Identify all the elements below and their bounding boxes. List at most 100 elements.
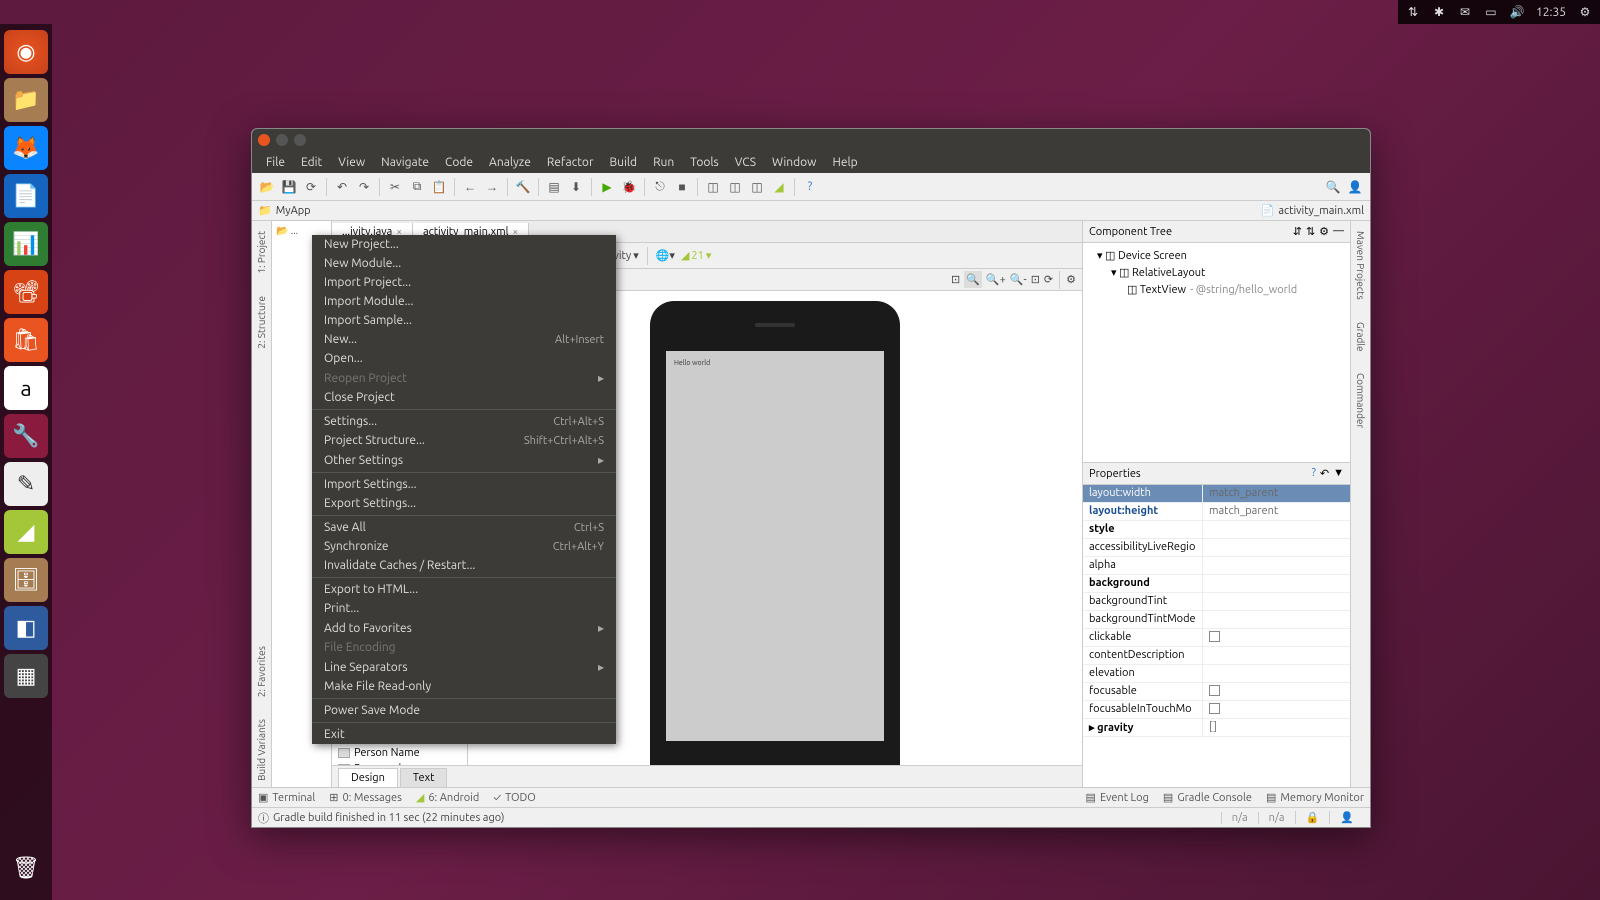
user-icon[interactable]: 👤 — [1346, 178, 1364, 196]
property-row[interactable]: focusable — [1083, 683, 1350, 701]
tab-gradle-console[interactable]: ▤ Gradle Console — [1163, 791, 1252, 804]
run-icon[interactable]: ▶ — [598, 178, 616, 196]
settings-icon[interactable]: ⚙ — [1066, 273, 1076, 286]
palette-item[interactable]: Person Name — [332, 745, 467, 761]
launcher-impress[interactable]: 📽 — [4, 270, 48, 314]
property-row[interactable]: accessibilityLiveRegio — [1083, 539, 1350, 557]
gear-icon[interactable]: ⚙ — [1319, 225, 1329, 238]
mail-icon[interactable]: ✉ — [1458, 5, 1472, 19]
launcher-software[interactable]: 🛍 — [4, 318, 48, 362]
property-row[interactable]: backgroundTintMode — [1083, 611, 1350, 629]
tree-item[interactable]: ◫ TextView - @string/hello_world — [1087, 281, 1346, 298]
checkbox[interactable] — [1209, 685, 1220, 696]
menu-item[interactable]: Settings...Ctrl+Alt+S — [312, 412, 616, 431]
back-icon[interactable]: ← — [461, 178, 479, 196]
make-icon[interactable]: 🔨 — [514, 178, 532, 196]
refresh-icon[interactable]: ⟳ — [1044, 273, 1053, 286]
menu-item[interactable]: Exit — [312, 725, 616, 744]
launcher-vbox[interactable]: ◧ — [4, 606, 48, 650]
tool3-icon[interactable]: ◫ — [748, 178, 766, 196]
launcher-amazon[interactable]: a — [4, 366, 48, 410]
tab-build-variants[interactable]: Build Variants — [254, 713, 269, 787]
window-minimize-button[interactable] — [276, 134, 288, 146]
menu-item[interactable]: Invalidate Caches / Restart... — [312, 556, 616, 575]
launcher-files[interactable]: 📁 — [4, 78, 48, 122]
zoom-in-icon[interactable]: 🔍+ — [986, 273, 1006, 286]
tab-memory-monitor[interactable]: ▤ Memory Monitor — [1266, 791, 1364, 804]
property-row[interactable]: clickable — [1083, 629, 1350, 647]
checkbox[interactable] — [1209, 631, 1220, 642]
menu-file[interactable]: File — [258, 156, 293, 169]
property-row[interactable]: backgroundTint — [1083, 593, 1350, 611]
avd-icon[interactable]: ▤ — [545, 178, 563, 196]
api-selector[interactable]: ◢21▾ — [681, 249, 711, 262]
hello-world-textview[interactable]: Hello world — [674, 359, 710, 367]
tab-project[interactable]: 1: Project — [254, 225, 269, 280]
window-maximize-button[interactable] — [294, 134, 306, 146]
checkbox[interactable] — [1209, 703, 1220, 714]
status-lock-icon[interactable]: 🔒 — [1295, 811, 1330, 824]
collapse-icon[interactable]: ⇅ — [1306, 225, 1315, 238]
undo-icon[interactable]: ↶ — [333, 178, 351, 196]
tab-text[interactable]: Text — [400, 768, 448, 787]
menu-item[interactable]: New...Alt+Insert — [312, 330, 616, 349]
breadcrumb-file[interactable]: activity_main.xml — [1278, 205, 1364, 217]
menu-item[interactable]: Import Sample... — [312, 311, 616, 330]
property-row[interactable]: background — [1083, 575, 1350, 593]
property-row[interactable]: layout:widthmatch_parent — [1083, 485, 1350, 503]
search-icon[interactable]: 🔍 — [1324, 178, 1342, 196]
sync-icon[interactable]: ⟳ — [302, 178, 320, 196]
launcher-trash[interactable]: 🗑 — [4, 846, 48, 890]
tab-favorites[interactable]: 2: Favorites — [254, 640, 269, 703]
zoom-out-icon[interactable]: 🔍- — [1010, 273, 1027, 286]
tool2-icon[interactable]: ◫ — [726, 178, 744, 196]
menu-item[interactable]: Import Module... — [312, 292, 616, 311]
menu-item[interactable]: Close Project — [312, 388, 616, 407]
copy-icon[interactable]: ⧉ — [408, 178, 426, 196]
menu-item[interactable]: Import Settings... — [312, 475, 616, 494]
volume-icon[interactable]: 🔊 — [1510, 5, 1524, 19]
property-row[interactable]: ▸ gravity[] — [1083, 719, 1350, 737]
menu-run[interactable]: Run — [645, 156, 682, 169]
menu-item[interactable]: Save AllCtrl+S — [312, 518, 616, 537]
menu-item[interactable]: SynchronizeCtrl+Alt+Y — [312, 537, 616, 556]
device-screen[interactable]: Hello world — [666, 351, 884, 741]
menu-code[interactable]: Code — [437, 156, 481, 169]
menu-window[interactable]: Window — [764, 156, 824, 169]
property-row[interactable]: focusableInTouchMo — [1083, 701, 1350, 719]
filter-icon[interactable]: ▼ — [1333, 467, 1344, 480]
attach-icon[interactable]: ⎋ — [651, 178, 669, 196]
menu-item[interactable]: New Module... — [312, 254, 616, 273]
menu-item[interactable]: Open... — [312, 349, 616, 368]
menu-tools[interactable]: Tools — [682, 156, 727, 169]
help-icon[interactable]: ? — [801, 178, 819, 196]
menu-edit[interactable]: Edit — [293, 156, 330, 169]
property-row[interactable]: alpha — [1083, 557, 1350, 575]
launcher-files2[interactable]: 🗄 — [4, 558, 48, 602]
zoom-icon[interactable]: ⊡ — [951, 273, 960, 286]
bluetooth-icon[interactable]: ✱ — [1432, 5, 1446, 19]
menu-item[interactable]: New Project... — [312, 235, 616, 254]
menu-refactor[interactable]: Refactor — [539, 156, 602, 169]
zoom-actual-icon[interactable]: ⊡ — [1031, 273, 1040, 286]
expand-icon[interactable]: ⇵ — [1293, 225, 1302, 238]
clock[interactable]: 12:35 — [1536, 6, 1566, 19]
window-close-button[interactable] — [258, 134, 270, 146]
tab-messages[interactable]: ⊞ 0: Messages — [329, 791, 402, 804]
menu-build[interactable]: Build — [602, 156, 646, 169]
menu-item[interactable]: Project Structure...Shift+Ctrl+Alt+S — [312, 431, 616, 450]
menu-item[interactable]: Add to Favorites▸ — [312, 618, 616, 638]
launcher-writer[interactable]: 📄 — [4, 174, 48, 218]
launcher-android-studio[interactable]: ◢ — [4, 510, 48, 554]
sdk-icon[interactable]: ⬇ — [567, 178, 585, 196]
menu-navigate[interactable]: Navigate — [373, 156, 437, 169]
tree-item[interactable]: ▾ ◫ RelativeLayout — [1087, 264, 1346, 281]
network-icon[interactable]: ⇅ — [1406, 5, 1420, 19]
android-icon[interactable]: ◢ — [770, 178, 788, 196]
tab-design[interactable]: Design — [338, 768, 398, 787]
help-icon[interactable]: ? — [1312, 467, 1316, 480]
tab-event-log[interactable]: ▤ Event Log — [1086, 791, 1149, 804]
menu-analyze[interactable]: Analyze — [481, 156, 539, 169]
menu-item[interactable]: Line Separators▸ — [312, 657, 616, 677]
redo-icon[interactable]: ↷ — [355, 178, 373, 196]
